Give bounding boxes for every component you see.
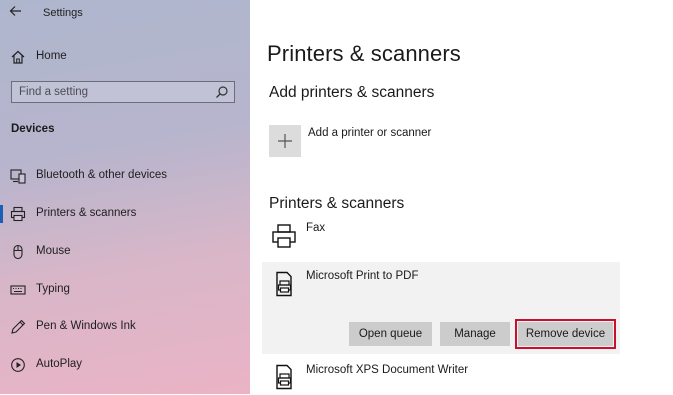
sidebar-item-label: Typing — [36, 283, 70, 295]
section-title: Devices — [11, 123, 55, 135]
printer-list-item[interactable]: Microsoft XPS Document Writer — [262, 360, 620, 394]
sidebar-item-pen[interactable]: Pen & Windows Ink — [0, 312, 250, 342]
title-bar: Settings — [0, 0, 250, 28]
printer-name: Microsoft XPS Document Writer — [306, 364, 469, 376]
page-title: Printers & scanners — [267, 41, 461, 66]
sidebar-item-bluetooth[interactable]: Bluetooth & other devices — [0, 161, 250, 191]
search-field[interactable] — [11, 81, 235, 103]
autoplay-icon — [10, 357, 26, 373]
printer-icon — [271, 223, 297, 249]
sidebar-item-label: Bluetooth & other devices — [36, 169, 168, 181]
sidebar-item-label: AutoPlay — [36, 358, 83, 370]
sidebar-item-autoplay[interactable]: AutoPlay — [0, 350, 250, 380]
remove-device-button[interactable]: Remove device — [515, 319, 616, 349]
search-input[interactable] — [19, 84, 209, 99]
sidebar-item-label: Home — [36, 50, 67, 62]
pen-icon — [10, 319, 26, 335]
sidebar-item-home[interactable]: Home — [0, 42, 250, 72]
manage-button[interactable]: Manage — [440, 322, 510, 346]
add-printer-label[interactable]: Add a printer or scanner — [308, 127, 431, 139]
printer-name: Fax — [306, 222, 326, 234]
add-printer-button[interactable] — [269, 125, 301, 157]
search-icon[interactable] — [215, 85, 229, 99]
keyboard-icon — [10, 282, 26, 298]
bluetooth-devices-icon — [10, 168, 26, 184]
sidebar-item-label: Pen & Windows Ink — [36, 320, 136, 332]
printer-icon — [10, 206, 26, 222]
sidebar: Settings Home Devices Bluetooth & other … — [0, 0, 250, 394]
sidebar-item-label: Printers & scanners — [36, 207, 137, 219]
printer-icon — [271, 271, 297, 297]
open-queue-button[interactable]: Open queue — [349, 322, 432, 346]
printer-list-item[interactable]: Fax — [262, 219, 620, 253]
back-arrow-icon[interactable] — [9, 3, 23, 19]
sidebar-item-printers[interactable]: Printers & scanners — [0, 199, 250, 229]
sidebar-item-typing[interactable]: Typing — [0, 275, 250, 305]
home-icon — [10, 49, 26, 65]
sidebar-item-mouse[interactable]: Mouse — [0, 237, 250, 267]
add-section-heading: Add printers & scanners — [269, 84, 435, 101]
printer-name: Microsoft Print to PDF — [306, 270, 419, 282]
main-content: Printers & scanners Add printers & scann… — [250, 0, 673, 394]
printer-icon — [271, 364, 297, 390]
mouse-icon — [10, 244, 26, 260]
app-title: Settings — [43, 7, 83, 19]
sidebar-item-label: Mouse — [36, 245, 71, 257]
printers-section-heading: Printers & scanners — [269, 195, 405, 212]
